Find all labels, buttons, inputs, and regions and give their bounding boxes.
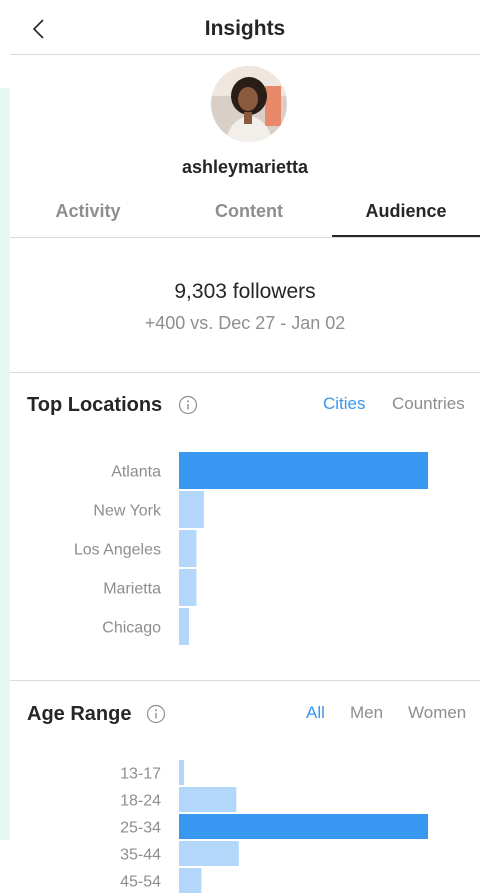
bar-label: 25-34	[120, 820, 161, 837]
tab-activity[interactable]: Activity	[10, 201, 166, 222]
bar	[179, 760, 184, 785]
active-tab-indicator	[332, 235, 480, 237]
tab-content[interactable]: Content	[171, 201, 327, 222]
divider	[10, 680, 480, 681]
bar-label: 35-44	[120, 847, 161, 864]
bar	[179, 452, 428, 489]
background-strip	[0, 88, 10, 840]
filter-men[interactable]: Men	[350, 703, 383, 723]
bar	[179, 569, 197, 606]
bar-label: 18-24	[120, 793, 161, 810]
filter-cities[interactable]: Cities	[323, 394, 366, 414]
filter-countries[interactable]: Countries	[392, 394, 465, 414]
bar	[179, 841, 239, 866]
bar	[179, 608, 189, 645]
header: Insights	[10, 7, 480, 55]
followers-count: 9,303 followers	[174, 280, 316, 303]
tab-audience[interactable]: Audience	[332, 201, 480, 222]
bar	[179, 787, 237, 812]
avatar[interactable]	[211, 66, 287, 142]
bar-label: Atlanta	[111, 464, 161, 481]
filter-all[interactable]: All	[306, 703, 325, 723]
bar-label: Chicago	[102, 620, 161, 637]
bar-label: Los Angeles	[74, 542, 161, 559]
top-locations-title: Top Locations	[27, 394, 163, 416]
tab-bar: Activity Content Audience	[10, 193, 480, 238]
divider	[10, 372, 480, 373]
bar	[179, 491, 204, 528]
info-icon[interactable]	[146, 704, 166, 724]
bar-label: Marietta	[103, 581, 161, 598]
info-icon[interactable]	[178, 395, 198, 415]
followers-delta: +400 vs. Dec 27 - Jan 02	[144, 313, 346, 333]
bar-label: New York	[93, 503, 162, 520]
page-title: Insights	[204, 17, 286, 40]
filter-women[interactable]: Women	[408, 703, 466, 723]
bar	[179, 814, 428, 839]
bar-label: 45-54	[120, 874, 161, 891]
bar-label: 13-17	[120, 766, 161, 783]
bar	[179, 868, 202, 893]
age-range-title: Age Range	[27, 703, 132, 725]
bar	[179, 530, 197, 567]
username: ashleymarietta	[181, 157, 309, 177]
insights-sheet: Insights ashleymarietta Activity Content…	[10, 7, 480, 895]
